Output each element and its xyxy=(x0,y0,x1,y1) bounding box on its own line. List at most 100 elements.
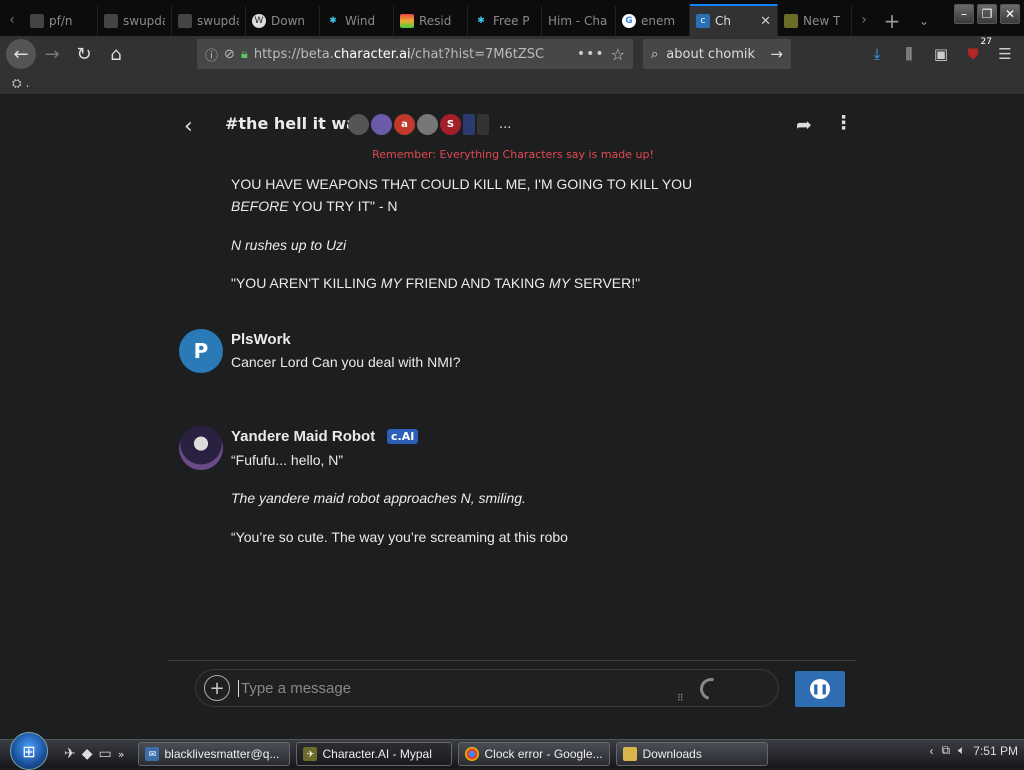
volume-icon[interactable]: 🔈︎ xyxy=(958,743,965,758)
quick-launch: ✈ ◆ ▭ xyxy=(64,746,112,762)
ublock-count-badge: 27 xyxy=(978,37,994,47)
close-window-button[interactable]: ✕ xyxy=(1000,4,1020,24)
browser-tab[interactable]: pf/n xyxy=(24,6,98,36)
add-attachment-button[interactable]: + xyxy=(204,675,230,701)
participant-avatars[interactable]: a S ... xyxy=(348,114,511,135)
back-button[interactable]: ← xyxy=(6,39,36,69)
message-text: “You’re so cute. The way you’re screamin… xyxy=(231,529,568,545)
tray-expand-icon[interactable]: ‹ xyxy=(930,744,934,758)
taskbar-item[interactable]: ✉ blacklivesmatter@q... xyxy=(138,742,291,766)
search-text: about chomik xyxy=(666,46,756,62)
reload-button[interactable]: ↻ xyxy=(68,38,100,70)
pause-button[interactable]: ❚❚ xyxy=(795,671,845,707)
more-participants[interactable]: ... xyxy=(499,117,511,132)
participant-avatar xyxy=(477,114,489,135)
mail-icon: ✉ xyxy=(145,747,160,761)
participant-avatar xyxy=(348,114,369,135)
tab-list-chevron-icon[interactable]: ⌄ xyxy=(908,6,940,36)
search-bar[interactable]: ⌕ about chomik → xyxy=(643,39,791,69)
page-icon xyxy=(104,14,118,28)
folder-icon xyxy=(623,747,638,761)
tab-scroll-right-icon[interactable]: › xyxy=(852,4,876,36)
page-actions-icon[interactable]: ••• xyxy=(577,46,605,62)
browser-tab[interactable]: ✱ Free P xyxy=(468,6,542,36)
quick-launch-more-icon[interactable]: » xyxy=(118,748,125,761)
chat-title: #the hell it was xyxy=(225,114,367,133)
page-icon xyxy=(30,14,44,28)
message-text: The yandere maid robot approaches N, smi… xyxy=(231,490,526,506)
library-icon[interactable]: ⫼ xyxy=(898,43,920,65)
message-text: N rushes up to Uzi xyxy=(231,237,347,253)
close-tab-icon[interactable]: ✕ xyxy=(760,14,771,29)
bookmark-item[interactable]: . xyxy=(26,76,30,90)
desktop-icon[interactable]: ▭ xyxy=(99,746,112,762)
hamburger-menu-icon[interactable]: ☰ xyxy=(994,43,1016,65)
characterai-icon: c xyxy=(696,14,710,28)
forward-button[interactable]: → xyxy=(36,38,68,70)
message-text: “Fufufu... hello, N” xyxy=(231,452,344,468)
browser-tab[interactable]: New T xyxy=(778,6,852,36)
palemoon-icon[interactable]: ◆ xyxy=(82,746,93,762)
info-icon[interactable]: ⓘ xyxy=(205,45,218,64)
bookmark-folder-icon[interactable]: ⛭ xyxy=(12,76,22,91)
message-text: BEFORE YOU TRY IT" - N xyxy=(231,198,398,214)
search-icon: ⌕ xyxy=(651,46,659,62)
taskbar-item-active[interactable]: ✈ Character.AI - Mypal xyxy=(296,742,453,766)
cai-badge: c.AI xyxy=(387,429,419,444)
browser-tab[interactable]: swupdate xyxy=(98,6,172,36)
wordpress-icon: W xyxy=(252,14,266,28)
minimize-button[interactable]: – xyxy=(954,4,974,24)
maximize-button[interactable]: ❐ xyxy=(977,4,997,24)
url-bar[interactable]: ⓘ ⊘ 🔒︎ https://beta.character.ai/chat?hi… xyxy=(197,39,633,69)
window-controls: – ❐ ✕ xyxy=(954,4,1024,24)
system-tray: ‹ ⧉ 🔈︎ 7:51 PM xyxy=(930,743,1018,758)
browser-tab[interactable]: Resid xyxy=(394,6,468,36)
google-icon: G xyxy=(622,14,636,28)
resize-grip-icon[interactable]: ⠿ xyxy=(677,694,684,704)
browser-tab[interactable]: W Down xyxy=(246,6,320,36)
navigation-bar: ← → ↻ ⌂ ⓘ ⊘ 🔒︎ https://beta.character.ai… xyxy=(0,36,1024,72)
chat-header: ‹ #the hell it was a S ... ➦ ⋮ xyxy=(170,108,856,142)
new-tab-button[interactable]: + xyxy=(876,6,908,36)
share-icon[interactable]: ➦ xyxy=(796,114,812,136)
browser-tab[interactable]: Genem xyxy=(616,6,690,36)
tab-strip: ‹ pf/n swupdate swupdate WDown ✱Wind Res… xyxy=(0,0,1024,36)
pause-icon: ❚❚ xyxy=(810,679,830,699)
bookmark-star-icon[interactable]: ☆ xyxy=(611,45,625,64)
browser-tab-active[interactable]: c Ch ✕ xyxy=(690,4,778,36)
message-text: "YOU AREN'T KILLING MY FRIEND AND TAKING… xyxy=(231,275,641,291)
sidebar-icon[interactable]: ▣ xyxy=(930,43,952,65)
user-avatar[interactable]: P xyxy=(179,329,223,373)
lock-icon: 🔒︎ xyxy=(240,46,248,62)
mypal-icon[interactable]: ✈ xyxy=(64,746,76,762)
participant-avatar: S xyxy=(440,114,461,135)
network-icon[interactable]: ⧉ xyxy=(942,743,951,758)
start-button[interactable]: ⊞ xyxy=(10,732,48,770)
tab-scroll-left-icon[interactable]: ‹ xyxy=(0,4,24,36)
sender-name: PlsWork xyxy=(231,331,291,348)
chevron-left-icon[interactable]: ‹ xyxy=(184,114,193,139)
download-icon[interactable]: ⤓ xyxy=(866,43,888,65)
kebab-menu-icon[interactable]: ⋮ xyxy=(834,112,853,134)
page-icon xyxy=(178,14,192,28)
clock[interactable]: 7:51 PM xyxy=(973,744,1018,758)
browser-tab[interactable]: Him - Cha xyxy=(542,6,616,36)
browser-tab[interactable]: swupdate xyxy=(172,6,246,36)
message-list: YOU HAVE WEAPONS THAT COULD KILL ME, I'M… xyxy=(170,166,856,656)
bookmarks-bar: ⛭ . xyxy=(0,72,1024,94)
participant-avatar xyxy=(371,114,392,135)
message-input[interactable] xyxy=(238,679,658,697)
url-text[interactable]: https://beta.character.ai/chat?hist=7M6t… xyxy=(254,47,571,62)
home-button[interactable]: ⌂ xyxy=(100,38,132,70)
taskbar-item[interactable]: Clock error - Google... xyxy=(458,742,611,766)
taskbar-item[interactable]: Downloads xyxy=(616,742,769,766)
message-composer: + ⠿ xyxy=(195,669,779,707)
loading-spinner-icon xyxy=(695,673,727,705)
composer-divider xyxy=(168,660,856,661)
bot-avatar[interactable] xyxy=(179,426,223,470)
message-text: Cancer Lord Can you deal with NMI? xyxy=(231,354,461,370)
tracking-protection-icon[interactable]: ⊘ xyxy=(224,47,235,62)
browser-tab[interactable]: ✱ Wind xyxy=(320,6,394,36)
search-go-icon[interactable]: → xyxy=(770,45,783,63)
ublock-icon[interactable]: ⛊ 27 xyxy=(962,37,994,65)
